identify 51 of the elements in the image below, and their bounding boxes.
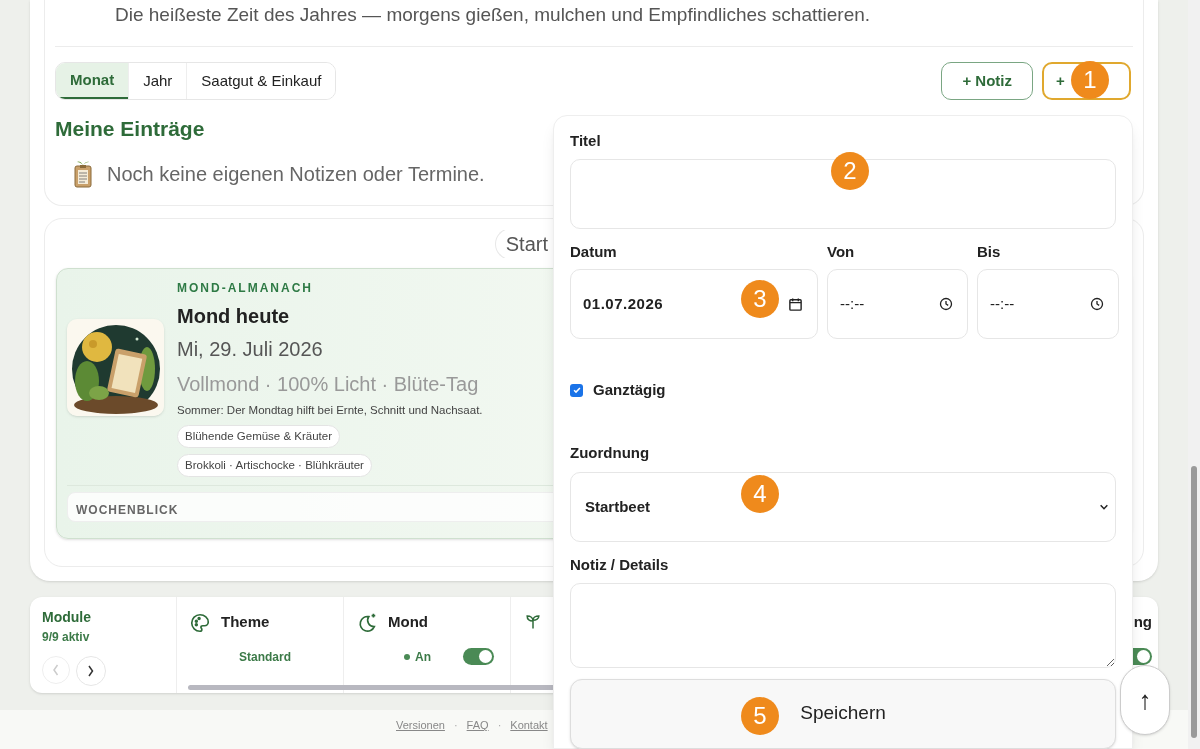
count-text: 9/9 aktiv xyxy=(42,629,91,647)
phase-text: Vollmond · 100% Licht · Blüte-Tag xyxy=(177,371,479,397)
card-title: Mond heute xyxy=(177,303,290,329)
moon-icon xyxy=(356,611,378,634)
module-title: Mond xyxy=(388,612,428,633)
textarea-field[interactable] xyxy=(570,582,1116,668)
status-text: An xyxy=(415,648,431,666)
previous-icon xyxy=(42,656,70,685)
next-icon xyxy=(76,656,106,687)
tag: Brokkoli · Artischocke · Blühkräuter xyxy=(177,454,372,478)
palette-icon xyxy=(189,611,211,634)
clock-icon xyxy=(939,297,953,311)
text-field[interactable] xyxy=(570,158,1116,229)
section-label: WOCHENBLICK xyxy=(76,503,179,518)
module-title: ng xyxy=(1133,612,1152,633)
date-text: Mi, 29. Juli 2026 xyxy=(177,336,323,362)
field-label: Notiz / Details xyxy=(570,555,669,575)
field-label: Zuordnung xyxy=(570,442,650,463)
toggle-switch[interactable] xyxy=(463,648,494,666)
separator-dot: · xyxy=(497,718,502,734)
module-heading: Module xyxy=(42,608,92,628)
tab[interactable]: Monat xyxy=(56,63,129,99)
clipboard-icon xyxy=(73,158,93,189)
eyebrow-label: MOND-ALMANACH xyxy=(177,279,313,297)
calendar-icon xyxy=(788,296,803,312)
status-text: Standard xyxy=(239,648,291,666)
module-title: Theme xyxy=(221,612,270,633)
field-label: Titel xyxy=(570,131,601,151)
field-value: --:-- xyxy=(990,293,1015,314)
intro-text: Die heißeste Zeit des Jahres — morgens gießen, mulchen und Empfindliches schattieren. xyxy=(114,3,872,27)
time-field[interactable]: --:-- xyxy=(827,269,968,339)
field-label: Bis xyxy=(977,241,1001,262)
footer-link[interactable]: Versionen xyxy=(396,717,445,734)
empty-state-text: Noch keine eigenen Notizen oder Termine. xyxy=(107,161,485,187)
footer-link[interactable]: Kontakt xyxy=(510,717,548,734)
add-note-button[interactable]: + Notiz xyxy=(941,62,1033,100)
chevron-down-icon xyxy=(1099,502,1109,512)
checkbox-label: Ganztägig xyxy=(593,380,666,400)
field-value: 01.07.2026 xyxy=(583,293,664,314)
section-heading: Meine Einträge xyxy=(55,116,205,142)
field-label: Datum xyxy=(570,241,617,262)
separator-dot: · xyxy=(453,718,458,734)
time-field[interactable]: --:-- xyxy=(977,269,1119,339)
field-value: Startbeet xyxy=(585,496,651,517)
note-text: Sommer: Der Mondtag hilft bei Ernte, Schnitt und Nachsaat. xyxy=(177,402,483,418)
tab[interactable]: Saatgut & Einkauf xyxy=(186,63,336,99)
field-value: --:-- xyxy=(840,293,865,314)
clock-icon xyxy=(1090,297,1104,311)
checkbox[interactable] xyxy=(570,383,583,397)
tag: Blühende Gemüse & Kräuter xyxy=(177,424,341,448)
field-label: Von xyxy=(827,241,855,262)
